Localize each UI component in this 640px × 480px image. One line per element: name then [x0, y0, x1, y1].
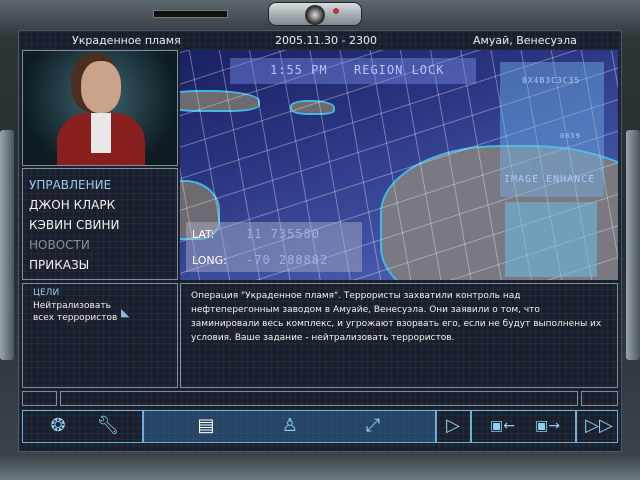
map-code: 0X4B3C3C35 — [522, 76, 581, 85]
camera-lens-icon — [305, 5, 325, 25]
wrench-icon[interactable]: 🔧︎ — [96, 415, 120, 436]
map-time: 1:55 PM — [270, 63, 328, 77]
map-top-overlay: 1:55 PM REGION LOCK — [230, 58, 476, 84]
menu-item-orders[interactable]: ПРИКАЗЫ — [29, 258, 89, 272]
status-box-right — [581, 391, 618, 406]
agent-face — [81, 61, 121, 113]
frame-handle-left — [0, 130, 14, 360]
menu-item-john-clark[interactable]: ДЖОН КЛАРК — [29, 198, 115, 212]
mission-location: Амуай, Венесуэла — [473, 34, 577, 47]
status-bar — [60, 391, 578, 406]
toolbar-left-group — [22, 410, 143, 443]
briefing-text: Операция "Украденное пламя". Террористы … — [191, 291, 602, 343]
image-enhance-panel: 0X4B3C3C35 0859 IMAGE ENHANCE — [500, 62, 604, 197]
portrait-panel — [22, 50, 178, 166]
enhance-preview — [505, 202, 597, 277]
go-icon[interactable]: ▷▷ — [584, 415, 614, 436]
menu-item-kevin-sweeney[interactable]: КЭВИН СВИНИ — [29, 218, 120, 232]
frame-slot — [153, 10, 228, 18]
camera-led — [333, 8, 339, 14]
long-value: -70 288882 — [246, 253, 329, 267]
plan-icon[interactable]: ⤢ — [361, 415, 385, 436]
play-icon[interactable]: ▷ — [441, 415, 465, 436]
briefing-icon[interactable]: ▤ — [194, 415, 218, 436]
satellite-map: 1:55 PM REGION LOCK 0X4B3C3C35 0859 IMAG… — [180, 50, 618, 280]
cursor-arrow-icon: ◣ — [121, 306, 130, 319]
long-label: LONG: — [192, 254, 227, 267]
load-plan-icon[interactable]: ▣← — [490, 418, 515, 434]
frame-handle-right — [626, 130, 640, 360]
operative-icon[interactable]: ♙ — [278, 415, 302, 436]
toolbar-file-group — [471, 410, 576, 443]
mission-title: Украденное пламя — [72, 34, 181, 47]
objectives-title: ЦЕЛИ — [33, 288, 60, 298]
menu-item-control[interactable]: УПРАВЛЕНИЕ — [29, 178, 111, 192]
image-enhance-label[interactable]: IMAGE ENHANCE — [504, 174, 595, 185]
camera — [268, 2, 362, 26]
agent-jacket — [57, 113, 145, 165]
map-region-lock: REGION LOCK — [354, 63, 445, 77]
lat-value: 11 735580 — [246, 227, 321, 241]
objective-item[interactable]: Нейтрализовать всех террористов — [33, 300, 123, 324]
menu-item-news: НОВОСТИ — [29, 238, 90, 252]
rainbow-logo-icon[interactable]: ❂ — [46, 415, 70, 436]
briefing-panel: Операция "Украденное пламя". Террористы … — [180, 283, 618, 388]
status-box-left — [22, 391, 57, 406]
coordinates-panel: LAT: 11 735580 LONG: -70 288882 — [186, 222, 362, 272]
objectives-panel: ЦЕЛИ Нейтрализовать всех террористов ◣ — [22, 283, 178, 388]
map-code2: 0859 — [560, 132, 581, 140]
lat-label: LAT: — [192, 228, 215, 241]
mission-datetime: 2005.11.30 - 2300 — [275, 34, 377, 47]
save-plan-icon[interactable]: ▣→ — [535, 418, 560, 434]
